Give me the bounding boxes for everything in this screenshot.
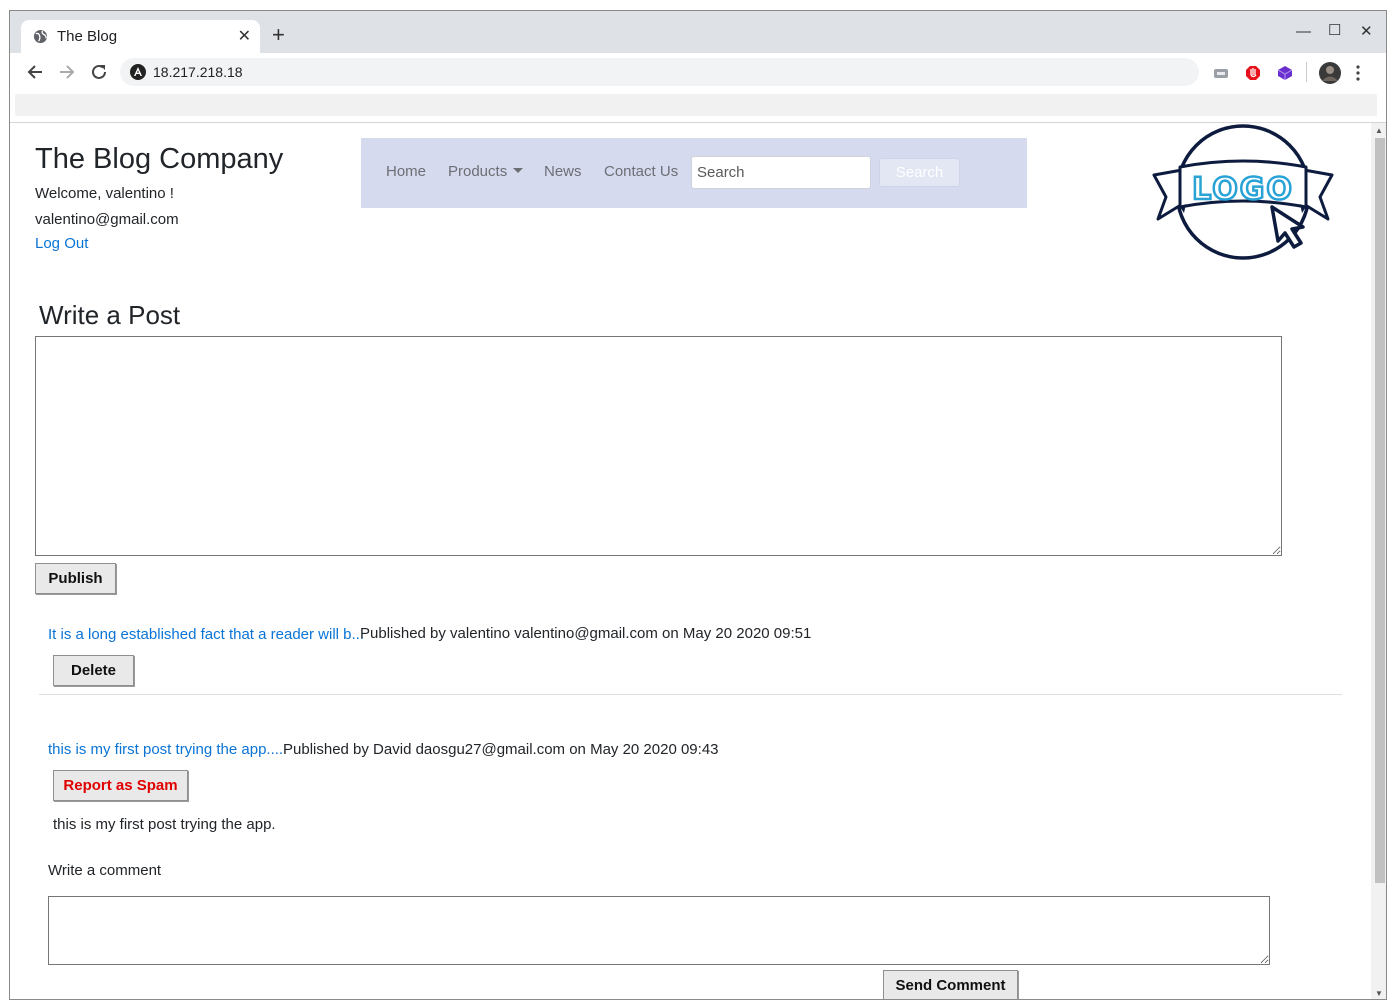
scroll-down-arrow-icon[interactable]: ▼ bbox=[1375, 989, 1383, 998]
new-tab-button[interactable]: + bbox=[272, 24, 285, 46]
nav-home[interactable]: Home bbox=[386, 163, 426, 180]
post-title-link[interactable]: this is my first post trying the app.... bbox=[48, 741, 283, 758]
nav-products-label: Products bbox=[448, 163, 508, 180]
post-textarea[interactable] bbox=[35, 336, 1282, 556]
browser-toolbar: 18.217.218.18 bbox=[10, 53, 1386, 91]
post-meta: Published by David daosgu27@gmail.com on… bbox=[283, 741, 719, 758]
post-meta: Published by valentino valentino@gmail.c… bbox=[360, 625, 812, 642]
comment-label: Write a comment bbox=[48, 862, 162, 879]
maximize-icon[interactable]: ☐ bbox=[1328, 21, 1341, 39]
globe-icon bbox=[33, 29, 48, 44]
forward-icon[interactable] bbox=[56, 61, 78, 83]
logo-icon: LOGO bbox=[1152, 124, 1334, 260]
logo-text: LOGO bbox=[1192, 172, 1294, 207]
scroll-thumb[interactable] bbox=[1375, 138, 1385, 883]
dropdown-caret-icon bbox=[513, 168, 524, 173]
browser-tab[interactable]: The Blog ✕ bbox=[21, 20, 260, 53]
browser-window: The Blog ✕ + — ☐ ✕ 18.217.218.18 The Blo… bbox=[9, 10, 1387, 1000]
delete-button[interactable]: Delete bbox=[53, 655, 134, 686]
post-divider bbox=[39, 694, 1342, 695]
nav-contact[interactable]: Contact Us bbox=[604, 163, 678, 180]
angular-site-icon bbox=[130, 64, 146, 80]
back-icon[interactable] bbox=[24, 61, 46, 83]
site-title: The Blog Company bbox=[35, 143, 284, 175]
post-title-link[interactable]: It is a long established fact that a rea… bbox=[48, 626, 364, 643]
user-email: valentino@gmail.com bbox=[35, 211, 179, 228]
post-body: this is my first post trying the app. bbox=[53, 816, 276, 833]
write-post-heading: Write a Post bbox=[39, 300, 181, 330]
reload-icon[interactable] bbox=[88, 61, 110, 83]
address-bar[interactable]: 18.217.218.18 bbox=[120, 58, 1199, 86]
publish-button[interactable]: Publish bbox=[35, 563, 116, 594]
send-comment-button[interactable]: Send Comment bbox=[883, 970, 1018, 999]
profile-avatar[interactable] bbox=[1319, 62, 1341, 84]
menu-dots-icon[interactable] bbox=[1354, 64, 1362, 82]
nav-products[interactable]: Products bbox=[448, 163, 524, 180]
tab-title: The Blog bbox=[57, 28, 118, 45]
tab-close-icon[interactable]: ✕ bbox=[238, 26, 251, 46]
url-text: 18.217.218.18 bbox=[153, 64, 243, 80]
navbar: Home Products News Contact Us Search bbox=[361, 138, 1027, 208]
search-button[interactable]: Search bbox=[879, 158, 960, 187]
welcome-text: Welcome, valentino ! bbox=[35, 185, 174, 202]
report-spam-button[interactable]: Report as Spam bbox=[53, 770, 188, 801]
nav-news[interactable]: News bbox=[544, 163, 582, 180]
title-bar: The Blog ✕ + — ☐ ✕ bbox=[10, 11, 1386, 53]
logout-link[interactable]: Log Out bbox=[35, 235, 88, 252]
minimize-icon[interactable]: — bbox=[1296, 23, 1311, 40]
close-window-icon[interactable]: ✕ bbox=[1360, 22, 1373, 40]
scroll-up-arrow-icon[interactable]: ▲ bbox=[1375, 126, 1383, 135]
toolbar-divider bbox=[1306, 62, 1307, 82]
adblock-extension-icon[interactable] bbox=[1245, 65, 1261, 81]
comment-textarea[interactable] bbox=[48, 896, 1270, 965]
page-scrollbar[interactable]: ▲ ▼ bbox=[1371, 123, 1386, 999]
keyboard-extension-icon[interactable] bbox=[1213, 65, 1229, 81]
search-input[interactable] bbox=[691, 156, 871, 189]
cube-extension-icon[interactable] bbox=[1277, 65, 1293, 81]
page-content: The Blog Company Welcome, valentino ! va… bbox=[10, 123, 1371, 999]
bookmarks-bar bbox=[15, 94, 1377, 116]
